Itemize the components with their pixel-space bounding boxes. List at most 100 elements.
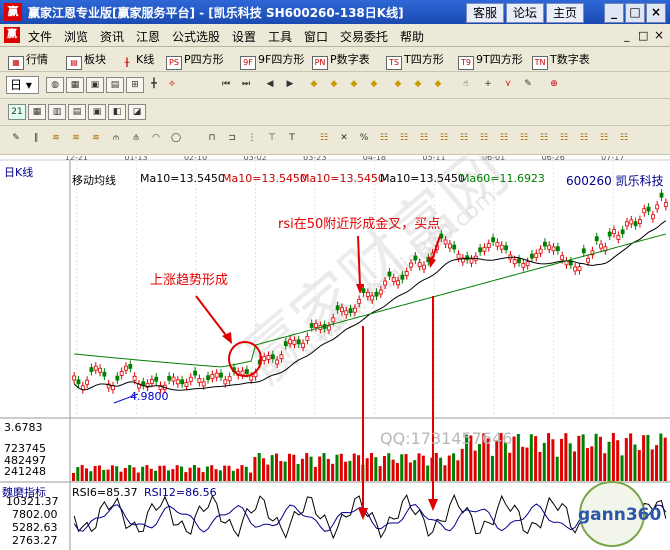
ruler-icon[interactable]: ⊤ xyxy=(264,131,280,145)
fibonacci-icon[interactable]: ☷ xyxy=(316,131,332,145)
menu-browse[interactable]: 浏览 xyxy=(64,28,88,45)
save-icon[interactable]: ▣ xyxy=(86,77,104,93)
gann-angle-icon[interactable]: ≋ xyxy=(88,131,104,145)
shrink-icon[interactable]: ◆ xyxy=(410,77,426,91)
gann-square9-icon[interactable]: ☷ xyxy=(536,131,552,145)
sector-button[interactable]: ▤ 板块 xyxy=(66,51,106,70)
grid-icon[interactable]: ▦ xyxy=(66,77,84,93)
time-zone-icon[interactable]: ⋮ xyxy=(244,131,260,145)
trident-icon[interactable]: ⫛ xyxy=(128,131,144,145)
9f-square-button[interactable]: 9F 9F四方形 xyxy=(240,51,304,70)
line-tool-icon[interactable]: ⋎ xyxy=(500,77,516,91)
menu-formula-select[interactable]: 公式选股 xyxy=(172,28,220,45)
volume-bar xyxy=(456,460,460,481)
gann-astro-icon[interactable]: ☷ xyxy=(516,131,532,145)
period-select[interactable]: 日 ▾ xyxy=(6,76,39,94)
text-icon[interactable]: T xyxy=(284,131,300,145)
gann-price-icon[interactable]: ☷ xyxy=(476,131,492,145)
candle-body xyxy=(612,229,616,235)
cycle-tool-icon[interactable]: ⊕ xyxy=(546,77,562,91)
pen-tool-icon[interactable]: ✎ xyxy=(520,77,536,91)
volume-bar xyxy=(110,465,114,481)
customer-service-button[interactable]: 客服 xyxy=(466,3,505,23)
gann-square144-icon[interactable]: ☷ xyxy=(556,131,572,145)
chart-type-icon[interactable]: ◍ xyxy=(46,77,64,93)
candle-body xyxy=(180,379,185,385)
mdi-minimize-button[interactable]: _ xyxy=(624,29,630,42)
candle-body xyxy=(335,305,340,311)
volume-bar xyxy=(141,466,145,481)
arc-icon[interactable]: ◠ xyxy=(148,131,164,145)
p-number-table-button[interactable]: PN P数字表 xyxy=(312,51,370,70)
fork-icon[interactable]: ⫙ xyxy=(108,131,124,145)
arrow-right-icon[interactable]: ▶ xyxy=(282,77,298,91)
t-number-table-button[interactable]: TN T数字表 xyxy=(532,51,590,70)
quotes-button[interactable]: ▦ 行情 xyxy=(8,51,48,70)
calendar-icon[interactable]: 21 xyxy=(8,104,26,120)
close-button[interactable]: × xyxy=(646,3,666,23)
cross-tool-icon[interactable]: + xyxy=(480,77,496,91)
mdi-restore-button[interactable]: □ xyxy=(638,29,648,42)
history-icon[interactable]: ◧ xyxy=(108,104,126,120)
pencil-icon[interactable]: ✎ xyxy=(8,131,24,145)
zoom-in-icon[interactable]: ◆ xyxy=(306,77,322,91)
menu-file[interactable]: 文件 xyxy=(28,28,52,45)
print-icon[interactable]: ▤ xyxy=(106,77,124,93)
gann-forecast-icon[interactable]: ☷ xyxy=(616,131,632,145)
ellipse-icon[interactable]: ◯ xyxy=(168,131,184,145)
book-icon[interactable]: ▥ xyxy=(48,104,66,120)
mdi-close-button[interactable]: × xyxy=(654,28,664,42)
9t-square-button[interactable]: T9 9T四方形 xyxy=(458,51,523,70)
kline-chart[interactable]: 12-21 01-13 02-10 03-02 03-23 04-18 05-11 06-01… xyxy=(0,156,670,550)
arrow-left-icon[interactable]: ◀ xyxy=(262,77,278,91)
gann-wheel-icon[interactable]: ☷ xyxy=(416,131,432,145)
gann-fan-icon[interactable]: ≋ xyxy=(48,131,64,145)
volume-bar xyxy=(370,453,374,481)
gann-grid-icon[interactable]: ☷ xyxy=(396,131,412,145)
gann-cycle-icon[interactable]: ☷ xyxy=(496,131,512,145)
expand-icon[interactable]: ◆ xyxy=(390,77,406,91)
volume-bar xyxy=(287,453,291,481)
zoom-out-icon[interactable]: ◆ xyxy=(326,77,342,91)
menu-settings[interactable]: 设置 xyxy=(232,28,256,45)
volume-bar xyxy=(477,444,481,481)
zoom-fit-icon[interactable]: ⟡ xyxy=(164,77,180,91)
homepage-button[interactable]: 主页 xyxy=(546,3,585,23)
chart-list-icon[interactable]: ▤ xyxy=(68,104,86,120)
first-icon[interactable]: ⏮ xyxy=(218,77,234,91)
menu-window[interactable]: 窗口 xyxy=(304,28,328,45)
scroll-down-icon[interactable]: ◆ xyxy=(366,77,382,91)
gann-time-icon[interactable]: ☷ xyxy=(456,131,472,145)
menu-help[interactable]: 帮助 xyxy=(400,28,424,45)
p-square-button[interactable]: PS P四方形 xyxy=(166,51,224,70)
delete-icon[interactable]: ✕ xyxy=(336,131,352,145)
scroll-up-icon[interactable]: ◆ xyxy=(346,77,362,91)
network-icon[interactable]: ⊞ xyxy=(126,77,144,93)
percent-icon[interactable]: % xyxy=(356,131,372,145)
last-icon[interactable]: ⏭ xyxy=(238,77,254,91)
gann-square-icon[interactable]: ☷ xyxy=(376,131,392,145)
gann-planet-icon[interactable]: ☷ xyxy=(596,131,612,145)
t-square-button[interactable]: TS T四方形 xyxy=(386,51,444,70)
bracket-icon[interactable]: ⊐ xyxy=(224,131,240,145)
menu-trade[interactable]: 交易委托 xyxy=(340,28,388,45)
gann-box-icon[interactable]: ≋ xyxy=(68,131,84,145)
hand-tool-icon[interactable]: ☝ xyxy=(458,77,474,91)
gann-emblem-icon[interactable]: ☷ xyxy=(576,131,592,145)
parallel-lines-icon[interactable]: ∥ xyxy=(28,131,44,145)
forum-button[interactable]: 论坛 xyxy=(506,3,545,23)
rect-icon[interactable]: ⊓ xyxy=(204,131,220,145)
maximize-button[interactable]: □ xyxy=(625,3,645,23)
menu-news[interactable]: 资讯 xyxy=(100,28,124,45)
uptrend-arrow xyxy=(195,295,229,339)
crosshair-icon[interactable]: ╋ xyxy=(146,77,162,91)
menu-tools[interactable]: 工具 xyxy=(268,28,292,45)
gann-hex-icon[interactable]: ☷ xyxy=(436,131,452,145)
minimize-button[interactable]: _ xyxy=(604,3,624,23)
reset-icon[interactable]: ◆ xyxy=(430,77,446,91)
filter-icon[interactable]: ◪ xyxy=(128,104,146,120)
window-icon[interactable]: ▣ xyxy=(88,104,106,120)
menu-gann[interactable]: 江恩 xyxy=(136,28,160,45)
kline-button[interactable]: ╫ K线 xyxy=(120,51,155,69)
table-icon[interactable]: ▦ xyxy=(28,104,46,120)
